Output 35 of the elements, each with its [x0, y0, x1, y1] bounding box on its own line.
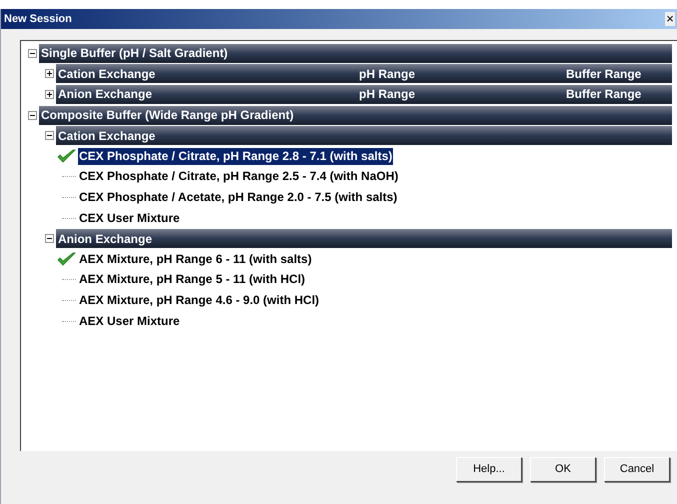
tree-item[interactable]: CEX Phosphate / Citrate, pH Range 2.5 - 7.4 (with NaOH) — [78, 168, 400, 186]
tree-item[interactable]: AEX Mixture, pH Range 5 - 11 (with HCl) — [78, 271, 306, 288]
group-header[interactable]: Cation Exchange pH Range Buffer Range — [56, 64, 672, 84]
dialog-button[interactable]: Help... — [456, 457, 522, 482]
header-label: Anion Exchange — [58, 230, 152, 248]
group-header[interactable]: Single Buffer (pH / Salt Gradient) — [39, 44, 672, 63]
group-header[interactable]: Cation Exchange — [56, 126, 672, 146]
expand-icon[interactable] — [45, 69, 54, 78]
header-label: Cation Exchange — [58, 66, 156, 83]
dialog-button[interactable]: Cancel — [604, 457, 670, 482]
window-title: New Session — [4, 12, 72, 27]
tree-item[interactable]: CEX Phosphate / Acetate, pH Range 2.0 - 7.5 (with salts) — [78, 188, 398, 206]
column-header: Buffer Range — [566, 66, 642, 83]
dialog-button[interactable]: OK — [530, 457, 596, 482]
tree-item[interactable]: AEX User Mixture — [78, 312, 181, 330]
expand-icon[interactable] — [45, 90, 54, 99]
group-header[interactable]: Anion Exchange — [56, 229, 672, 248]
header-label: Composite Buffer (Wide Range pH Gradient) — [41, 107, 294, 124]
tree-item[interactable]: AEX Mixture, pH Range 6 - 11 (with salts) — [78, 250, 313, 268]
column-header: pH Range — [359, 86, 416, 104]
close-button[interactable]: × — [665, 12, 675, 26]
group-header[interactable]: Anion Exchange pH Range Buffer Range — [56, 84, 672, 104]
collapse-icon[interactable] — [28, 48, 37, 58]
column-header: pH Range — [359, 66, 416, 83]
collapse-icon[interactable] — [28, 110, 37, 120]
header-label: Anion Exchange — [58, 86, 154, 104]
header-label: Cation Exchange — [58, 128, 156, 145]
group-header[interactable]: Composite Buffer (Wide Range pH Gradient) — [39, 106, 672, 125]
column-header: Buffer Range — [566, 86, 642, 104]
tree-item[interactable]: CEX User Mixture — [78, 210, 181, 227]
tree-item[interactable]: CEX Phosphate / Citrate, pH Range 2.8 - 7.1 (with salts) — [78, 148, 394, 165]
collapse-icon[interactable] — [45, 234, 54, 244]
header-label: Single Buffer (pH / Salt Gradient) — [41, 45, 228, 62]
collapse-icon[interactable] — [45, 131, 54, 140]
tree-item[interactable]: AEX Mixture, pH Range 4.6 - 9.0 (with HCl) — [78, 292, 320, 309]
